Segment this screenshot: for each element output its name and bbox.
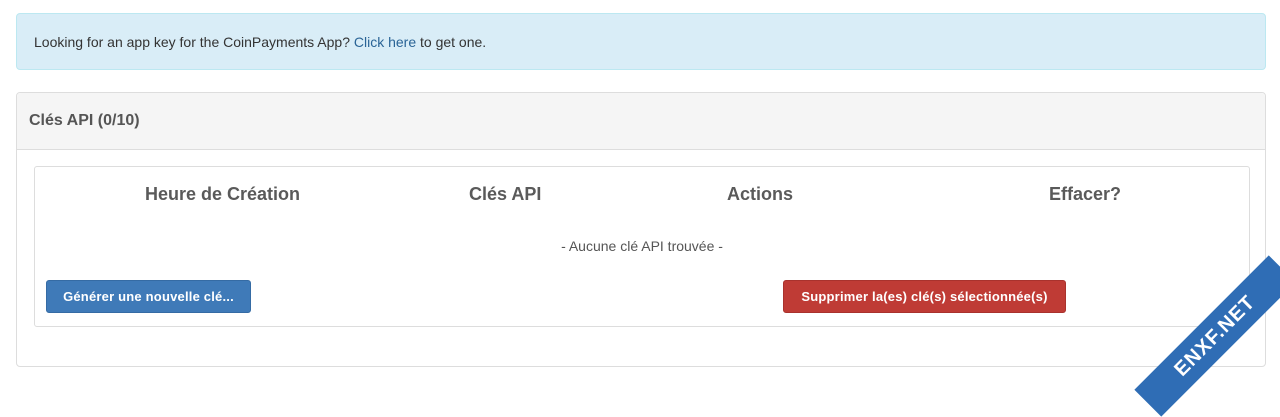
delete-selected-keys-button[interactable]: Supprimer la(es) clé(s) sélectionnée(s) <box>783 280 1066 313</box>
api-keys-panel: Clés API (0/10) Heure de Création Clés A… <box>16 92 1266 367</box>
empty-message: - Aucune clé API trouvée - <box>35 238 1249 254</box>
column-header-delete: Effacer? <box>1049 184 1121 205</box>
info-alert: Looking for an app key for the CoinPayme… <box>16 13 1266 70</box>
column-header-creation-time: Heure de Création <box>145 184 300 205</box>
alert-text: Looking for an app key for the CoinPayme… <box>34 34 350 50</box>
alert-suffix: to get one. <box>420 34 486 50</box>
generate-key-button[interactable]: Générer une nouvelle clé... <box>46 280 251 313</box>
panel-title: Clés API (0/10) <box>17 93 1265 150</box>
column-header-actions: Actions <box>727 184 793 205</box>
column-header-api-keys: Clés API <box>469 184 541 205</box>
click-here-link[interactable]: Click here <box>354 34 416 50</box>
api-keys-table: Heure de Création Clés API Actions Effac… <box>34 166 1250 327</box>
